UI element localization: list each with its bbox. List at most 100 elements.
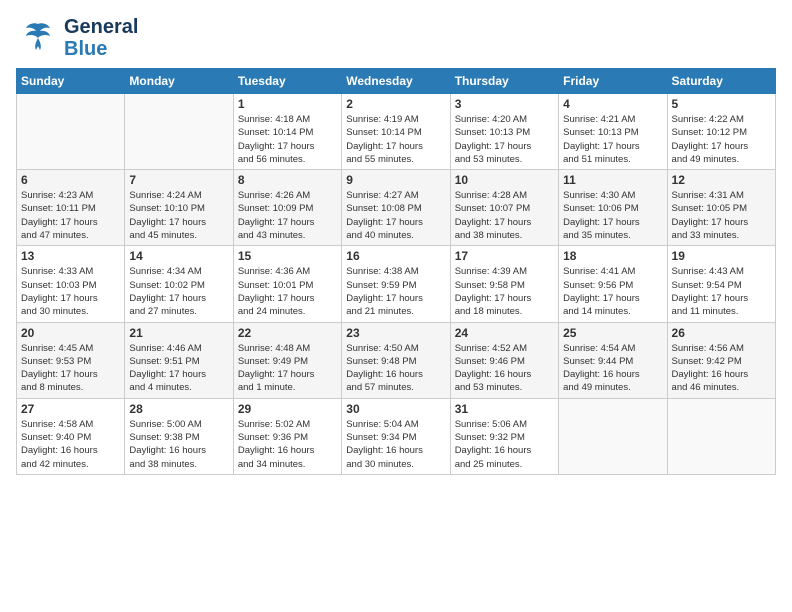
day-number: 26 [672, 326, 771, 340]
day-number: 5 [672, 97, 771, 111]
day-number: 28 [129, 402, 228, 416]
calendar-day-cell: 10Sunrise: 4:28 AMSunset: 10:07 PMDaylig… [450, 170, 558, 246]
calendar-day-cell: 12 Sunrise: 4:31 AMSunset: 10:05 PMDaylig… [667, 170, 775, 246]
calendar-day-cell: 19 Sunrise: 4:43 AMSunset: 9:54 PMDayligh… [667, 246, 775, 322]
day-info: Sunrise: 4:50 AMSunset: 9:48 PMDaylight:… [346, 342, 445, 395]
calendar-day-cell: 31 Sunrise: 5:06 AMSunset: 9:32 PMDayligh… [450, 398, 558, 474]
day-number: 15 [238, 249, 337, 263]
calendar-day-cell: 30 Sunrise: 5:04 AMSunset: 9:34 PMDayligh… [342, 398, 450, 474]
calendar-day-cell: 18 Sunrise: 4:41 AMSunset: 9:56 PMDayligh… [559, 246, 667, 322]
day-info: Sunrise: 5:02 AMSunset: 9:36 PMDaylight:… [238, 418, 337, 471]
calendar-day-cell [125, 94, 233, 170]
day-number: 21 [129, 326, 228, 340]
day-info: Sunrise: 4:36 AMSunset: 10:01 PMDaylight… [238, 265, 337, 318]
calendar-day-cell: 13 Sunrise: 4:33 AMSunset: 10:03 PMDaylig… [17, 246, 125, 322]
day-of-week-header: Sunday [17, 69, 125, 94]
day-info: Sunrise: 4:54 AMSunset: 9:44 PMDaylight:… [563, 342, 662, 395]
day-info: Sunrise: 4:48 AMSunset: 9:49 PMDaylight:… [238, 342, 337, 395]
day-of-week-header: Saturday [667, 69, 775, 94]
calendar-day-cell: 28 Sunrise: 5:00 AMSunset: 9:38 PMDayligh… [125, 398, 233, 474]
day-number: 30 [346, 402, 445, 416]
day-info: Sunrise: 4:38 AMSunset: 9:59 PMDaylight:… [346, 265, 445, 318]
day-info: Sunrise: 5:04 AMSunset: 9:34 PMDaylight:… [346, 418, 445, 471]
day-number: 22 [238, 326, 337, 340]
day-number: 29 [238, 402, 337, 416]
calendar-week-row: 20 Sunrise: 4:45 AMSunset: 9:53 PMDayligh… [17, 322, 776, 398]
calendar-day-cell: 2 Sunrise: 4:19 AMSunset: 10:14 PMDayligh… [342, 94, 450, 170]
day-info: Sunrise: 4:33 AMSunset: 10:03 PMDaylight… [21, 265, 120, 318]
calendar-table: SundayMondayTuesdayWednesdayThursdayFrid… [16, 68, 776, 475]
logo: General Blue [16, 16, 138, 60]
day-number: 18 [563, 249, 662, 263]
day-info: Sunrise: 4:43 AMSunset: 9:54 PMDaylight:… [672, 265, 771, 318]
calendar-day-cell: 7Sunrise: 4:24 AMSunset: 10:10 PMDayligh… [125, 170, 233, 246]
day-number: 19 [672, 249, 771, 263]
calendar-day-cell: 15 Sunrise: 4:36 AMSunset: 10:01 PMDaylig… [233, 246, 341, 322]
day-info: Sunrise: 4:19 AMSunset: 10:14 PMDaylight… [346, 113, 445, 166]
calendar-day-cell: 11Sunrise: 4:30 AMSunset: 10:06 PMDaylig… [559, 170, 667, 246]
day-number: 25 [563, 326, 662, 340]
calendar-day-cell: 14 Sunrise: 4:34 AMSunset: 10:02 PMDaylig… [125, 246, 233, 322]
day-info: Sunrise: 4:22 AMSunset: 10:12 PMDaylight… [672, 113, 771, 166]
day-info: Sunrise: 4:31 AMSunset: 10:05 PMDaylight… [672, 189, 771, 242]
logo-icon [16, 16, 60, 60]
day-info: Sunrise: 5:06 AMSunset: 9:32 PMDaylight:… [455, 418, 554, 471]
calendar-day-cell: 20 Sunrise: 4:45 AMSunset: 9:53 PMDayligh… [17, 322, 125, 398]
calendar-day-cell: 21 Sunrise: 4:46 AMSunset: 9:51 PMDayligh… [125, 322, 233, 398]
day-of-week-header: Tuesday [233, 69, 341, 94]
day-number: 4 [563, 97, 662, 111]
calendar-day-cell: 9Sunrise: 4:27 AMSunset: 10:08 PMDayligh… [342, 170, 450, 246]
day-info: Sunrise: 4:21 AMSunset: 10:13 PMDaylight… [563, 113, 662, 166]
day-info: Sunrise: 4:34 AMSunset: 10:02 PMDaylight… [129, 265, 228, 318]
day-info: Sunrise: 4:41 AMSunset: 9:56 PMDaylight:… [563, 265, 662, 318]
calendar-day-cell: 4 Sunrise: 4:21 AMSunset: 10:13 PMDayligh… [559, 94, 667, 170]
calendar-day-cell: 5 Sunrise: 4:22 AMSunset: 10:12 PMDayligh… [667, 94, 775, 170]
calendar-day-cell: 24 Sunrise: 4:52 AMSunset: 9:46 PMDayligh… [450, 322, 558, 398]
day-info: Sunrise: 4:46 AMSunset: 9:51 PMDaylight:… [129, 342, 228, 395]
day-number: 23 [346, 326, 445, 340]
calendar-day-cell [667, 398, 775, 474]
calendar-day-cell [559, 398, 667, 474]
day-number: 24 [455, 326, 554, 340]
day-number: 20 [21, 326, 120, 340]
day-number: 3 [455, 97, 554, 111]
day-info: Sunrise: 5:00 AMSunset: 9:38 PMDaylight:… [129, 418, 228, 471]
logo-text: General Blue [64, 16, 138, 60]
page-header: General Blue [16, 16, 776, 60]
day-number: 1 [238, 97, 337, 111]
calendar-day-cell: 6 Sunrise: 4:23 AMSunset: 10:11 PMDayligh… [17, 170, 125, 246]
calendar-day-cell: 1Sunrise: 4:18 AMSunset: 10:14 PMDayligh… [233, 94, 341, 170]
day-info: Sunrise: 4:52 AMSunset: 9:46 PMDaylight:… [455, 342, 554, 395]
day-info: Sunrise: 4:27 AMSunset: 10:08 PMDaylight… [346, 189, 445, 242]
day-info: Sunrise: 4:23 AMSunset: 10:11 PMDaylight… [21, 189, 120, 242]
day-of-week-header: Monday [125, 69, 233, 94]
day-number: 6 [21, 173, 120, 187]
day-of-week-header: Friday [559, 69, 667, 94]
day-number: 8 [238, 173, 337, 187]
day-number: 17 [455, 249, 554, 263]
day-info: Sunrise: 4:20 AMSunset: 10:13 PMDaylight… [455, 113, 554, 166]
calendar-day-cell: 26 Sunrise: 4:56 AMSunset: 9:42 PMDayligh… [667, 322, 775, 398]
day-info: Sunrise: 4:26 AMSunset: 10:09 PMDaylight… [238, 189, 337, 242]
calendar-day-cell: 3 Sunrise: 4:20 AMSunset: 10:13 PMDayligh… [450, 94, 558, 170]
day-info: Sunrise: 4:56 AMSunset: 9:42 PMDaylight:… [672, 342, 771, 395]
day-info: Sunrise: 4:30 AMSunset: 10:06 PMDaylight… [563, 189, 662, 242]
day-number: 7 [129, 173, 228, 187]
calendar-header-row: SundayMondayTuesdayWednesdayThursdayFrid… [17, 69, 776, 94]
day-number: 2 [346, 97, 445, 111]
day-number: 16 [346, 249, 445, 263]
calendar-day-cell: 22 Sunrise: 4:48 AMSunset: 9:49 PMDayligh… [233, 322, 341, 398]
calendar-day-cell: 16 Sunrise: 4:38 AMSunset: 9:59 PMDayligh… [342, 246, 450, 322]
day-info: Sunrise: 4:45 AMSunset: 9:53 PMDaylight:… [21, 342, 120, 395]
calendar-day-cell: 27Sunrise: 4:58 AMSunset: 9:40 PMDayligh… [17, 398, 125, 474]
day-number: 12 [672, 173, 771, 187]
day-number: 13 [21, 249, 120, 263]
day-number: 14 [129, 249, 228, 263]
day-number: 31 [455, 402, 554, 416]
day-of-week-header: Wednesday [342, 69, 450, 94]
day-of-week-header: Thursday [450, 69, 558, 94]
calendar-week-row: 6 Sunrise: 4:23 AMSunset: 10:11 PMDayligh… [17, 170, 776, 246]
calendar-day-cell: 17Sunrise: 4:39 AMSunset: 9:58 PMDayligh… [450, 246, 558, 322]
day-info: Sunrise: 4:58 AMSunset: 9:40 PMDaylight:… [21, 418, 120, 471]
calendar-week-row: 13 Sunrise: 4:33 AMSunset: 10:03 PMDaylig… [17, 246, 776, 322]
